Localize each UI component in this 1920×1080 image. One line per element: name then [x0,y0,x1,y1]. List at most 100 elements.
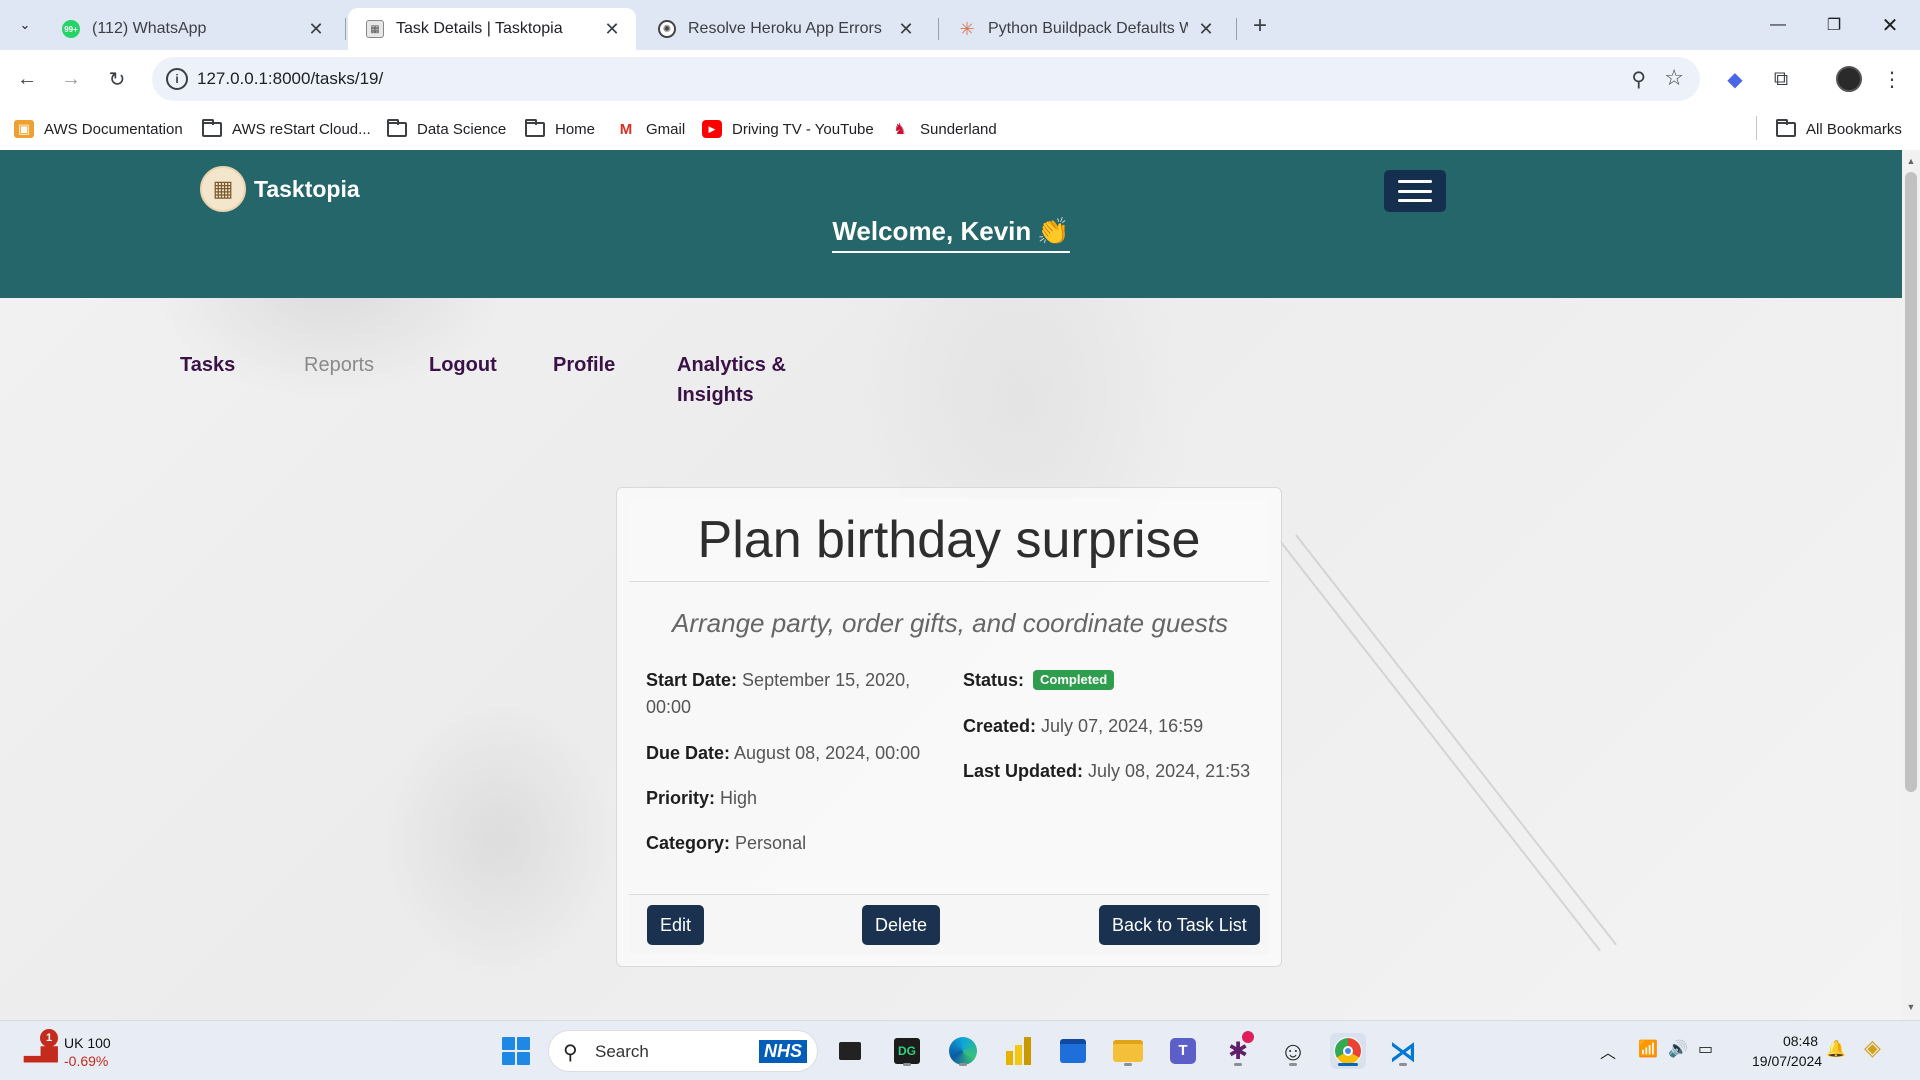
ticker-name: UK 100 [64,1035,111,1051]
close-tab-icon[interactable]: ✕ [602,19,622,39]
volume-icon[interactable]: 🔊 [1668,1039,1688,1059]
welcome-link[interactable]: Welcome, Kevin 👏 [832,216,1070,253]
start-date-field: Start Date: September 15, 2020, 00:00 [646,667,916,721]
due-date-label: Due Date: [646,743,731,763]
last-updated-field: Last Updated: July 08, 2024, 21:53 [963,758,1273,785]
bookmark-star-icon[interactable]: ☆ [1664,65,1684,91]
scrollbar-thumb[interactable] [1905,172,1917,792]
back-to-task-list-button[interactable]: Back to Task List [1099,905,1260,945]
tab-title: (112) WhatsApp [92,20,207,37]
emoji-feedback-icon[interactable]: ☺ [1275,1033,1311,1069]
minimize-icon[interactable]: — [1758,10,1798,40]
teams-icon[interactable]: T [1165,1033,1201,1069]
background-pen-line [1279,540,1601,952]
tab-divider [345,18,346,40]
file-explorer-icon[interactable] [1110,1033,1146,1069]
bookmark-home[interactable]: Home [525,116,595,142]
delete-button[interactable]: Delete [862,905,941,945]
restore-icon[interactable]: ❐ [1814,10,1854,40]
due-date-field: Due Date: August 08, 2024, 00:00 [646,740,946,767]
bookmark-aws-documentation[interactable]: ▣ AWS Documentation [14,116,183,142]
all-bookmarks-label: All Bookmarks [1806,120,1902,138]
browser-tab-bar: ⌄ 99+ (112) WhatsApp ✕ ▦ Task Details | … [0,0,1920,50]
page-scrollbar[interactable]: ▲ ▼ [1902,150,1920,1020]
microsoft-store-icon[interactable] [1055,1033,1091,1069]
address-bar[interactable]: i 127.0.0.1:8000/tasks/19/ ⚲ ☆ [152,57,1700,101]
zoom-magnifier-icon[interactable]: ⚲ [1631,67,1646,92]
bookmark-gmail[interactable]: M Gmail [616,116,685,142]
bookmark-label: Gmail [646,120,686,138]
browser-menu-kebab-icon[interactable]: ⋮ [1880,64,1904,94]
wifi-icon[interactable]: 📶 [1638,1039,1658,1059]
card-footer: Edit Delete Back to Task List [629,894,1269,954]
nav-logout[interactable]: Logout [429,350,497,380]
clapping-hands-icon: 👏 [1037,216,1070,246]
edit-button[interactable]: Edit [647,905,705,945]
task-title: Plan birthday surprise [697,511,1201,569]
bookmarks-divider [1756,116,1757,140]
chrome-icon[interactable] [1330,1033,1366,1069]
nhs-logo: NHS [758,1040,807,1063]
close-window-icon[interactable]: ✕ [1870,10,1910,40]
notification-bell-icon[interactable]: 🔔 [1826,1039,1846,1059]
windows-start-icon[interactable] [502,1037,530,1065]
tab-python-buildpack[interactable]: ✳ Python Buildpack Defaults WEB ✕ [940,8,1230,50]
battery-icon[interactable]: ▭ [1698,1039,1713,1059]
tab-task-details[interactable]: ▦ Task Details | Tasktopia ✕ [348,8,636,50]
slack-icon[interactable]: ✱ [1220,1031,1256,1069]
calendar-clock-logo-icon: ▦ [200,166,246,212]
nav-tasks[interactable]: Tasks [180,350,235,380]
close-tab-icon[interactable]: ✕ [306,19,326,39]
edge-icon[interactable] [945,1033,981,1069]
bookmark-sunderland[interactable]: ♞ Sunderland [890,116,996,142]
puzzle-extensions-icon[interactable]: ⧉ [1766,64,1796,94]
notification-badge: 1 [40,1029,58,1047]
bookmark-data-science[interactable]: Data Science [387,116,506,142]
bookmark-driving-tv-youtube[interactable]: ▶ Driving TV - YouTube [702,116,874,142]
welcome-text: Welcome, Kevin [832,216,1032,246]
close-tab-icon[interactable]: ✕ [896,19,916,39]
forward-arrow-icon[interactable]: → [56,64,86,94]
new-tab-plus-icon[interactable]: + [1246,12,1274,40]
datagrip-icon[interactable]: DG [889,1033,925,1069]
all-bookmarks[interactable]: All Bookmarks [1776,116,1902,142]
url-text[interactable]: 127.0.0.1:8000/tasks/19/ [197,69,383,89]
back-arrow-icon[interactable]: ← [12,64,42,94]
bookmark-aws-restart[interactable]: AWS reStart Cloud... [202,116,371,142]
nav-profile[interactable]: Profile [553,350,615,380]
vscode-icon[interactable]: ⋊ [1385,1033,1421,1069]
tab-search-chevron-icon[interactable]: ⌄ [12,12,38,38]
last-updated-value: July 08, 2024, 21:53 [1088,761,1251,781]
hamburger-menu-button[interactable] [1384,170,1446,212]
bookmark-label: AWS Documentation [44,120,183,138]
scroll-down-arrow-icon[interactable]: ▼ [1906,1002,1916,1012]
priority-label: Priority: [646,788,716,808]
created-label: Created: [963,716,1037,736]
task-view-icon[interactable] [832,1033,868,1069]
close-tab-icon[interactable]: ✕ [1196,19,1216,39]
tab-title: Resolve Heroku App Errors [688,20,882,37]
stock-ticker-widget[interactable]: ▂▅ 1 UK 100 -0.69% [24,1029,134,1075]
task-detail-card: Plan birthday surprise Arrange party, or… [616,487,1282,967]
tab-whatsapp[interactable]: 99+ (112) WhatsApp ✕ [44,8,340,50]
taskbar-search[interactable]: ⚲ Search NHS [548,1030,818,1072]
show-hidden-icons-chevron-icon[interactable]: ︿ [1600,1039,1616,1063]
created-value: July 07, 2024, 16:59 [1041,716,1204,736]
priority-field: Priority: High [646,785,757,812]
aws-icon: ▣ [14,120,34,138]
graduation-cap-extension-icon[interactable]: ◆ [1720,64,1750,94]
page-viewport: ▦ Tasktopia Welcome, Kevin 👏 Tasks Report… [0,150,1902,1020]
tab-heroku-errors[interactable]: ✺ Resolve Heroku App Errors ✕ [640,8,930,50]
brand[interactable]: ▦ Tasktopia [200,166,360,212]
power-bi-icon[interactable] [1000,1033,1036,1069]
reload-icon[interactable]: ↻ [102,64,132,94]
category-label: Category: [646,833,731,853]
profile-avatar[interactable] [1836,66,1862,92]
copilot-pre-icon[interactable]: ◈ [1864,1035,1881,1061]
tasktopia-icon: ▦ [366,20,384,38]
site-info-icon[interactable]: i [166,68,188,90]
nav-analytics-insights[interactable]: Analytics & Insights [677,350,807,410]
scroll-up-arrow-icon[interactable]: ▲ [1906,156,1916,166]
system-clock[interactable]: 08:48 19/07/2024 [1752,1031,1822,1071]
nav-reports[interactable]: Reports [304,350,374,380]
